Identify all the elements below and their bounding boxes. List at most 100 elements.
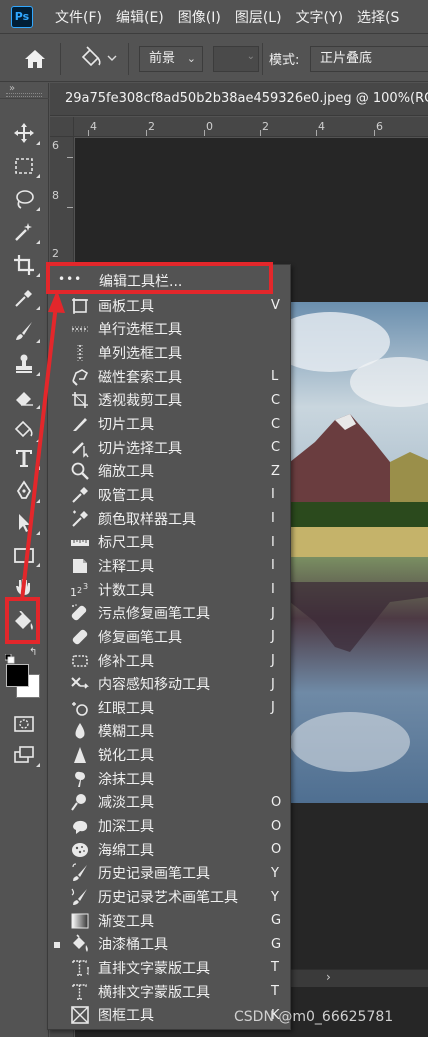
shortcut-key: V xyxy=(271,298,280,314)
eraser-tool[interactable] xyxy=(11,384,40,410)
options-divider xyxy=(128,43,129,75)
flyout-item-label: 修复画笔工具 xyxy=(98,629,182,646)
menu-select[interactable]: 选择(S xyxy=(357,7,399,27)
path-selection-tool[interactable] xyxy=(11,510,40,536)
flyout-item[interactable]: 缩放工具 Z xyxy=(48,460,290,484)
menu-file[interactable]: 文件(F) xyxy=(55,7,102,27)
swap-colors-icon[interactable]: ↰ xyxy=(29,647,37,658)
ruler-label: 2 xyxy=(52,247,59,260)
screen-mode-button[interactable] xyxy=(11,742,40,768)
flyout-item[interactable]: 修复画笔工具 J xyxy=(48,625,290,649)
crop-icon xyxy=(14,255,34,275)
tool-flyout-menu: ••• 编辑工具栏... 画板工具 V 单行选框工具 单列选框工具 磁性套索工具 L 透视裁… xyxy=(47,264,291,1030)
eyedropper-tool[interactable] xyxy=(11,285,40,311)
shortcut-key: J xyxy=(271,700,275,716)
quick-mask-icon xyxy=(14,716,34,732)
horizontal-scrollbar[interactable]: › xyxy=(290,969,428,987)
path-selection-icon xyxy=(19,514,30,532)
flyout-item[interactable]: 减淡工具 O xyxy=(48,791,290,815)
foreground-color-swatch[interactable] xyxy=(6,664,29,687)
flyout-item[interactable]: 修补工具 J xyxy=(48,649,290,673)
lasso-icon xyxy=(16,190,34,209)
flyout-item-label: 切片工具 xyxy=(98,417,154,434)
document-tab[interactable]: 29a75fe308cf8ad50b2b38ae459326e0.jpeg @ … xyxy=(50,83,428,116)
flyout-item[interactable]: 吸管工具 I xyxy=(48,483,290,507)
flyout-item[interactable]: 颜色取样器工具 I xyxy=(48,507,290,531)
tool-preset-picker[interactable] xyxy=(76,45,122,71)
flyout-item[interactable]: 切片工具 C xyxy=(48,412,290,436)
flyout-item-label: 注释工具 xyxy=(98,558,154,575)
flyout-item[interactable]: 注释工具 I xyxy=(48,554,290,578)
tools-panel-header[interactable]: » xyxy=(0,83,49,99)
flyout-item[interactable]: 透视裁剪工具 C xyxy=(48,389,290,413)
marquee-tool[interactable] xyxy=(11,153,40,179)
quick-mask-button[interactable] xyxy=(11,711,37,737)
color-sampler-icon xyxy=(68,508,92,530)
crop-tool[interactable] xyxy=(11,252,40,278)
vertical-type-mask-icon xyxy=(68,957,92,979)
flyout-item[interactable]: 内容感知移动工具 J xyxy=(48,672,290,696)
healing-brush-icon xyxy=(68,626,92,648)
rectangle-tool[interactable] xyxy=(11,542,40,568)
flyout-item[interactable]: 海绵工具 O xyxy=(48,838,290,862)
clone-stamp-tool[interactable] xyxy=(11,351,40,377)
fill-source-select[interactable]: 前景 ⌄ xyxy=(139,46,203,72)
flyout-item[interactable]: 磁性套索工具 L xyxy=(48,365,290,389)
flyout-item-label: 内容感知移动工具 xyxy=(98,677,210,694)
move-tool[interactable] xyxy=(11,120,40,146)
menu-layer[interactable]: 图层(L) xyxy=(235,7,282,27)
flyout-item[interactable]: 历史记录艺术画笔工具 Y xyxy=(48,885,290,909)
blend-mode-select[interactable]: 正片叠底 xyxy=(310,46,428,72)
options-divider xyxy=(60,43,61,75)
flyout-item[interactable]: 画板工具 V xyxy=(48,294,290,318)
flyout-item[interactable]: 单行选框工具 xyxy=(48,318,290,342)
watermark-text: CSDN @m0_66625781 xyxy=(234,1009,394,1025)
flyout-item-label: 红眼工具 xyxy=(98,700,154,717)
flyout-item[interactable]: 标尺工具 I xyxy=(48,531,290,555)
brush-tool[interactable] xyxy=(11,318,40,344)
chevron-right-icon[interactable]: › xyxy=(326,970,331,984)
home-icon[interactable] xyxy=(22,47,48,71)
lasso-tool[interactable] xyxy=(11,186,40,212)
flyout-item[interactable]: 涂抹工具 xyxy=(48,767,290,791)
flyout-item-label: 横排文字蒙版工具 xyxy=(98,984,210,1001)
horizontal-ruler[interactable]: 4 2 0 2 4 6 xyxy=(74,117,428,137)
rectangle-icon xyxy=(14,548,34,563)
flyout-item[interactable]: 污点修复画笔工具 J xyxy=(48,601,290,625)
flyout-item-label: 标尺工具 xyxy=(98,535,154,552)
flyout-item[interactable]: 直排文字蒙版工具 T xyxy=(48,956,290,980)
flyout-item[interactable]: 加深工具 O xyxy=(48,814,290,838)
default-colors-icon[interactable] xyxy=(4,649,15,664)
paint-bucket-toolbar-slot[interactable] xyxy=(11,417,40,443)
menu-edit[interactable]: 编辑(E) xyxy=(116,7,164,27)
flyout-item[interactable]: 渐变工具 G xyxy=(48,909,290,933)
menu-type[interactable]: 文字(Y) xyxy=(296,7,343,27)
flyout-item[interactable]: 单列选框工具 xyxy=(48,341,290,365)
shortcut-key: Y xyxy=(271,889,279,905)
flyout-item[interactable]: 历史记录画笔工具 Y xyxy=(48,862,290,886)
flyout-item[interactable]: 1 2 3 计数工具 I xyxy=(48,578,290,602)
menu-image[interactable]: 图像(I) xyxy=(178,7,221,27)
hand-tool[interactable] xyxy=(11,573,37,599)
flyout-item[interactable]: 模糊工具 xyxy=(48,720,290,744)
flyout-item-label: 直排文字蒙版工具 xyxy=(98,960,210,977)
flyout-item[interactable]: 切片选择工具 C xyxy=(48,436,290,460)
pattern-picker[interactable]: ⌄ xyxy=(213,46,259,72)
options-divider xyxy=(262,43,263,75)
move-icon xyxy=(14,123,34,143)
panel-grip[interactable] xyxy=(6,93,42,97)
svg-text:3: 3 xyxy=(83,582,88,591)
ruler-label: 6 xyxy=(376,120,383,133)
tool-group-indicator xyxy=(36,273,40,277)
flyout-item[interactable]: 红眼工具 J xyxy=(48,696,290,720)
pen-tool[interactable] xyxy=(11,478,40,504)
flyout-item-label: 锐化工具 xyxy=(98,748,154,765)
document-image[interactable] xyxy=(290,302,428,803)
brush-icon xyxy=(16,322,32,340)
slice-select-icon xyxy=(68,437,92,459)
flyout-item[interactable]: 横排文字蒙版工具 T xyxy=(48,980,290,1004)
flyout-item[interactable]: 锐化工具 xyxy=(48,743,290,767)
flyout-item[interactable]: 油漆桶工具 G xyxy=(48,933,290,957)
type-tool[interactable] xyxy=(11,445,40,471)
magic-wand-tool[interactable] xyxy=(11,219,40,245)
